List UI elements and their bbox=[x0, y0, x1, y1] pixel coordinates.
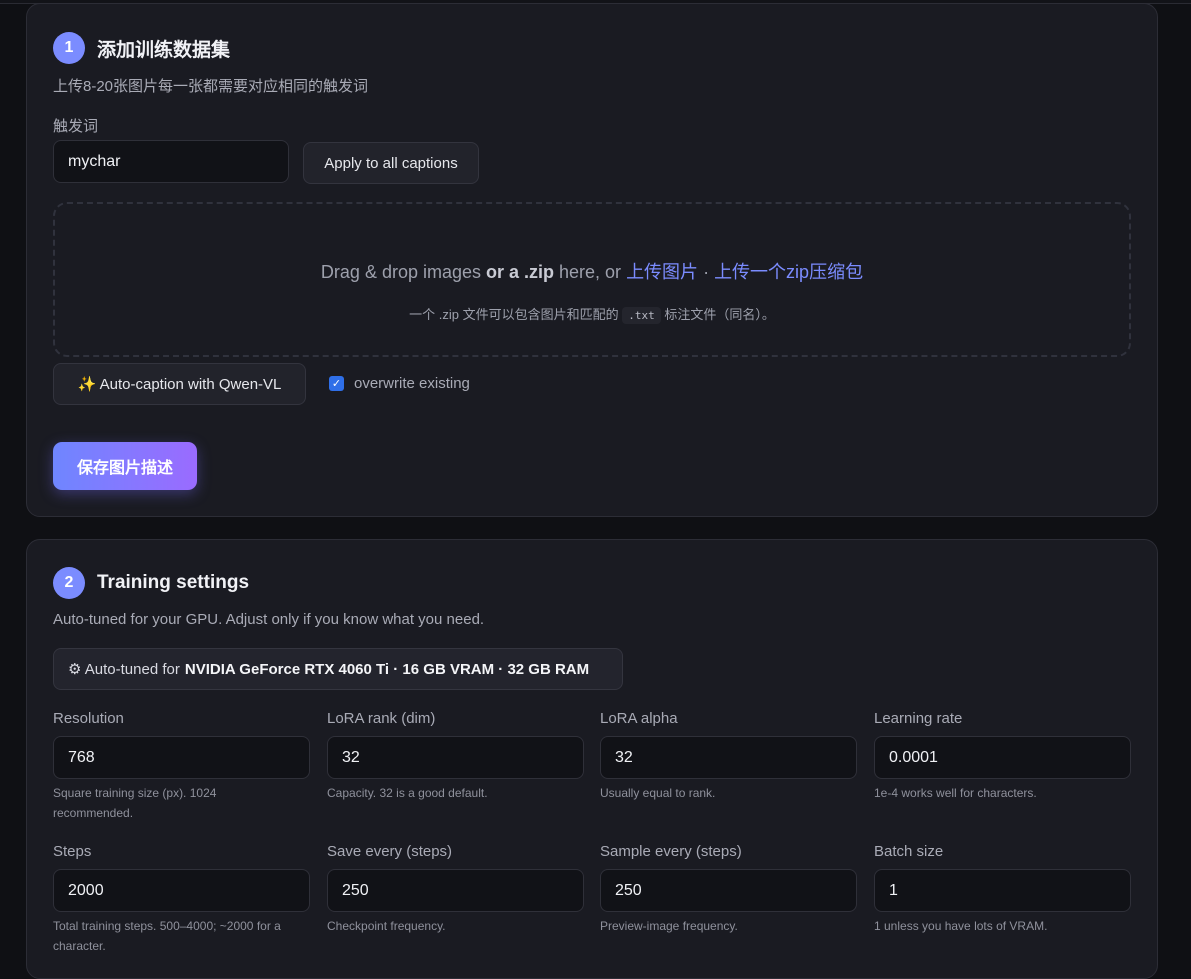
save-every-input[interactable]: 250 bbox=[327, 869, 584, 912]
step-number-badge: 1 bbox=[53, 32, 85, 64]
steps-input[interactable]: 2000 bbox=[53, 869, 310, 912]
sample-every-input[interactable]: 250 bbox=[600, 869, 857, 912]
dropzone-subtext: 一个 .zip 文件可以包含图片和匹配的 .txt 标注文件（同名）。 bbox=[55, 304, 1129, 324]
checkmark-icon: ✓ bbox=[331, 378, 342, 390]
lora-rank-input[interactable]: 32 bbox=[327, 736, 584, 779]
lora-alpha-hint: Usually equal to rank. bbox=[600, 786, 716, 800]
upload-images-link[interactable]: 上传图片 bbox=[626, 262, 698, 282]
apply-to-all-captions-button[interactable]: Apply to all captions bbox=[303, 142, 479, 184]
training-settings-header: 2 Training settings bbox=[53, 567, 249, 599]
upload-zip-link[interactable]: 上传一个zip压缩包 bbox=[714, 262, 863, 282]
batch-size-input[interactable]: 1 bbox=[874, 869, 1131, 912]
steps-label: Steps bbox=[53, 843, 92, 860]
sample-every-label: Sample every (steps) bbox=[600, 843, 742, 860]
dataset-card: 1 添加训练数据集 上传8-20张图片每一张都需要对应相同的触发词 触发词 my… bbox=[26, 3, 1158, 517]
dropzone-separator: · bbox=[698, 262, 715, 282]
gpu-badge-detail: NVIDIA GeForce RTX 4060 Ti · 16 GB VRAM … bbox=[184, 660, 590, 678]
resolution-hint: Square training size (px). 1024 recommen… bbox=[53, 786, 217, 820]
batch-size-label: Batch size bbox=[874, 843, 944, 860]
dropzone-text: Drag & drop images or a .zip here, or 上传… bbox=[55, 258, 1129, 284]
lora-alpha-input[interactable]: 32 bbox=[600, 736, 857, 779]
resolution-label: Resolution bbox=[53, 710, 124, 727]
dropzone-subtext-prefix: 一个 .zip 文件可以包含图片和匹配的 bbox=[409, 307, 619, 322]
dropzone-subtext-suffix: 标注文件（同名）。 bbox=[664, 307, 775, 322]
overwrite-existing-label[interactable]: overwrite existing bbox=[354, 375, 470, 392]
lora-rank-hint: Capacity. 32 is a good default. bbox=[327, 786, 488, 800]
batch-size-hint: 1 unless you have lots of VRAM. bbox=[874, 919, 1048, 933]
dataset-header: 1 添加训练数据集 bbox=[53, 32, 230, 64]
dataset-title: 添加训练数据集 bbox=[97, 39, 231, 61]
trigger-word-input[interactable]: mychar bbox=[53, 140, 289, 183]
resolution-input[interactable]: 768 bbox=[53, 736, 310, 779]
sample-every-hint: Preview-image frequency. bbox=[600, 919, 738, 933]
steps-hint: Total training steps. 500–4000; ~2000 fo… bbox=[53, 919, 281, 953]
gpu-badge-prefix: ⚙ Auto-tuned for bbox=[68, 661, 180, 678]
txt-extension-code: .txt bbox=[622, 307, 661, 324]
dataset-description: 上传8-20张图片每一张都需要对应相同的触发词 bbox=[53, 78, 369, 95]
lora-rank-label: LoRA rank (dim) bbox=[327, 710, 436, 727]
dropzone-text-prefix: Drag & drop images bbox=[320, 262, 486, 282]
step-number-badge: 2 bbox=[53, 567, 85, 599]
learning-rate-input[interactable]: 0.0001 bbox=[874, 736, 1131, 779]
training-settings-title: Training settings bbox=[97, 572, 250, 593]
dropzone-text-mid: here, or bbox=[554, 262, 627, 282]
auto-caption-label: ✨ Auto-caption with Qwen-VL bbox=[77, 376, 282, 393]
learning-rate-label: Learning rate bbox=[874, 710, 963, 727]
lora-alpha-label: LoRA alpha bbox=[600, 710, 678, 727]
training-settings-card: 2 Training settings Auto-tuned for your … bbox=[26, 539, 1158, 979]
overwrite-existing-checkbox[interactable]: ✓ bbox=[329, 376, 344, 391]
save-every-hint: Checkpoint frequency. bbox=[327, 919, 446, 933]
save-every-label: Save every (steps) bbox=[327, 843, 453, 860]
save-captions-button[interactable]: 保存图片描述 bbox=[53, 442, 197, 490]
upload-dropzone[interactable]: Drag & drop images or a .zip here, or 上传… bbox=[53, 202, 1131, 357]
learning-rate-hint: 1e-4 works well for characters. bbox=[874, 786, 1037, 800]
trigger-word-label: 触发词 bbox=[53, 118, 99, 135]
training-settings-description: Auto-tuned for your GPU. Adjust only if … bbox=[53, 611, 485, 628]
dropzone-text-bold: or a .zip bbox=[486, 262, 555, 282]
auto-caption-button[interactable]: ✨ Auto-caption with Qwen-VL bbox=[53, 363, 306, 405]
gpu-autotune-badge: ⚙ Auto-tuned for NVIDIA GeForce RTX 4060… bbox=[53, 648, 623, 690]
